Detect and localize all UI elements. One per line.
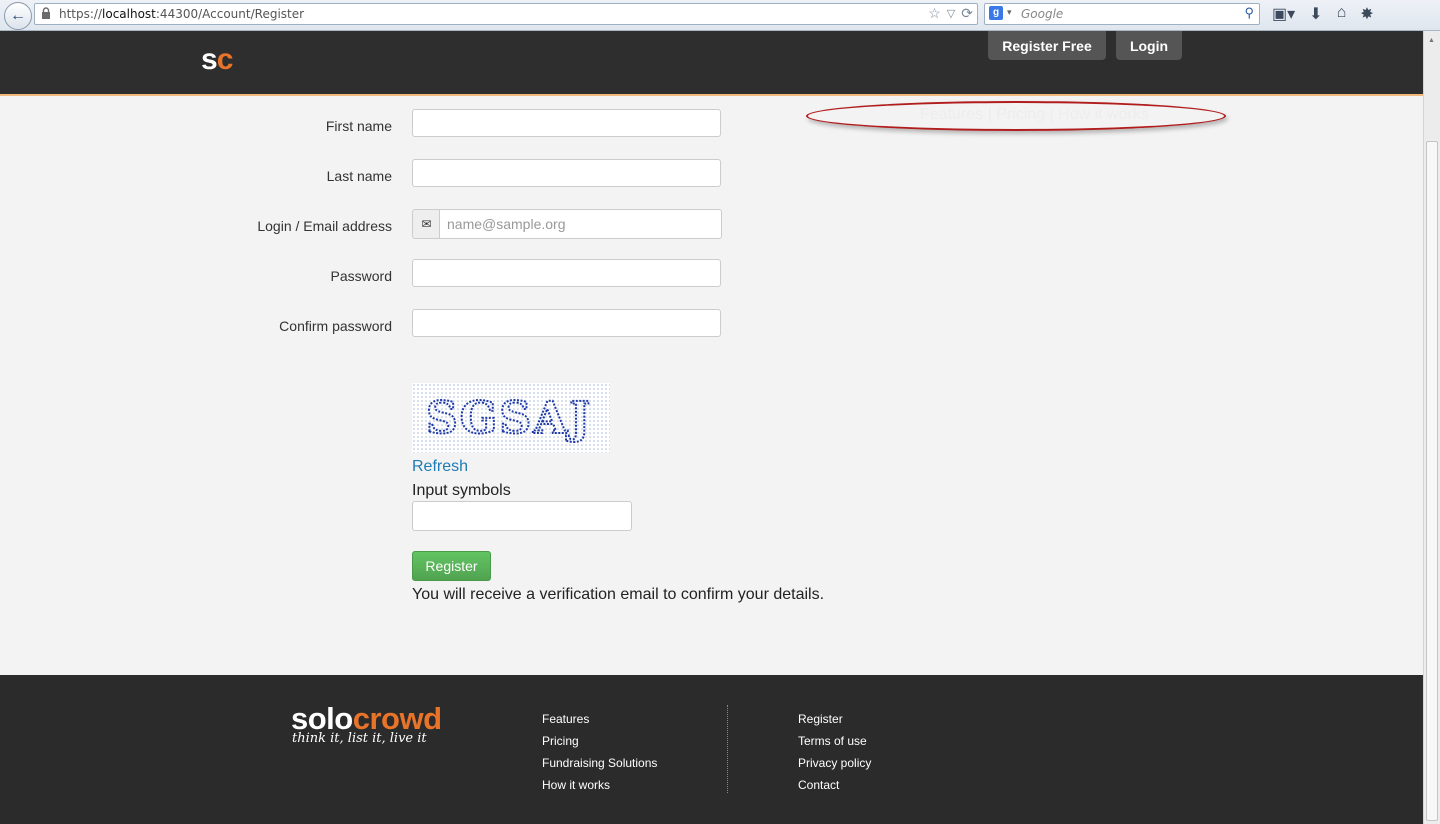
captcha-refresh-link[interactable]: Refresh	[412, 458, 468, 476]
search-icon[interactable]: ⚲	[1244, 5, 1254, 21]
email-icon: ✉	[412, 209, 440, 239]
site-footer: solocrowd think it, list it, live it Fea…	[0, 675, 1423, 824]
input-symbols-label: Input symbols	[412, 482, 511, 499]
address-bar[interactable]: https://localhost:44300/Account/Register…	[34, 3, 978, 25]
first-name-field[interactable]	[412, 109, 721, 137]
home-icon[interactable]: ⌂	[1337, 4, 1347, 24]
footer-link-privacy[interactable]: Privacy policy	[798, 756, 871, 778]
page-scrollbar[interactable]: ▲	[1423, 31, 1440, 824]
email-label: Login / Email address	[257, 218, 392, 234]
history-dropdown-icon[interactable]: ▽	[947, 7, 955, 22]
bookmarks-menu-icon[interactable]: ▣▾	[1272, 4, 1295, 24]
last-name-label: Last name	[326, 168, 392, 184]
scrollbar-thumb[interactable]	[1426, 141, 1438, 821]
footer-links-col2: Register Terms of use Privacy policy Con…	[798, 712, 871, 800]
google-icon[interactable]: g	[989, 6, 1003, 20]
footer-link-fundraising[interactable]: Fundraising Solutions	[542, 756, 657, 778]
search-bar[interactable]: g ▾ Google ⚲	[984, 3, 1260, 25]
last-name-field[interactable]	[412, 159, 721, 187]
captcha-input[interactable]	[412, 501, 632, 531]
footer-link-features[interactable]: Features	[542, 712, 657, 734]
back-arrow-icon: ←	[10, 7, 26, 24]
back-button[interactable]: ←	[4, 2, 32, 30]
footer-link-contact[interactable]: Contact	[798, 778, 871, 800]
reload-icon[interactable]: ⟳	[961, 5, 973, 22]
verification-note: You will receive a verification email to…	[412, 586, 825, 603]
search-placeholder: Google	[1021, 7, 1064, 21]
confirm-password-field[interactable]	[412, 309, 721, 337]
password-label: Password	[330, 268, 392, 284]
lock-icon	[42, 7, 50, 19]
site-header: sc Register Free Login	[0, 31, 1423, 96]
confirm-password-label: Confirm password	[279, 318, 392, 334]
bookmark-star-icon[interactable]: ☆	[928, 5, 941, 22]
footer-links-col1: Features Pricing Fundraising Solutions H…	[542, 712, 657, 800]
download-icon[interactable]: ⬇	[1309, 4, 1322, 24]
captcha-text: SGSAJ	[426, 393, 592, 444]
footer-link-how-it-works[interactable]: How it works	[542, 778, 657, 800]
footer-link-terms[interactable]: Terms of use	[798, 734, 871, 756]
captcha-image: SGSAJ	[412, 383, 610, 453]
footer-tagline: think it, list it, live it	[292, 731, 427, 746]
password-field[interactable]	[412, 259, 721, 287]
annotation-oval	[806, 101, 1226, 131]
site-logo[interactable]: sc	[201, 43, 233, 77]
browser-toolbar: ← https://localhost:44300/Account/Regist…	[0, 0, 1440, 31]
register-free-button[interactable]: Register Free	[988, 31, 1106, 60]
register-button[interactable]: Register	[412, 551, 491, 581]
footer-link-pricing[interactable]: Pricing	[542, 734, 657, 756]
login-button[interactable]: Login	[1116, 31, 1182, 60]
search-engine-dropdown-icon[interactable]: ▾	[1007, 7, 1012, 18]
footer-divider	[727, 705, 728, 793]
addon-icon[interactable]: ✸	[1360, 4, 1373, 24]
footer-link-register[interactable]: Register	[798, 712, 871, 734]
email-field[interactable]	[439, 209, 722, 239]
first-name-label: First name	[325, 118, 392, 134]
url-text: https://localhost:44300/Account/Register	[59, 7, 305, 21]
scroll-up-arrow-icon[interactable]: ▲	[1428, 37, 1435, 44]
